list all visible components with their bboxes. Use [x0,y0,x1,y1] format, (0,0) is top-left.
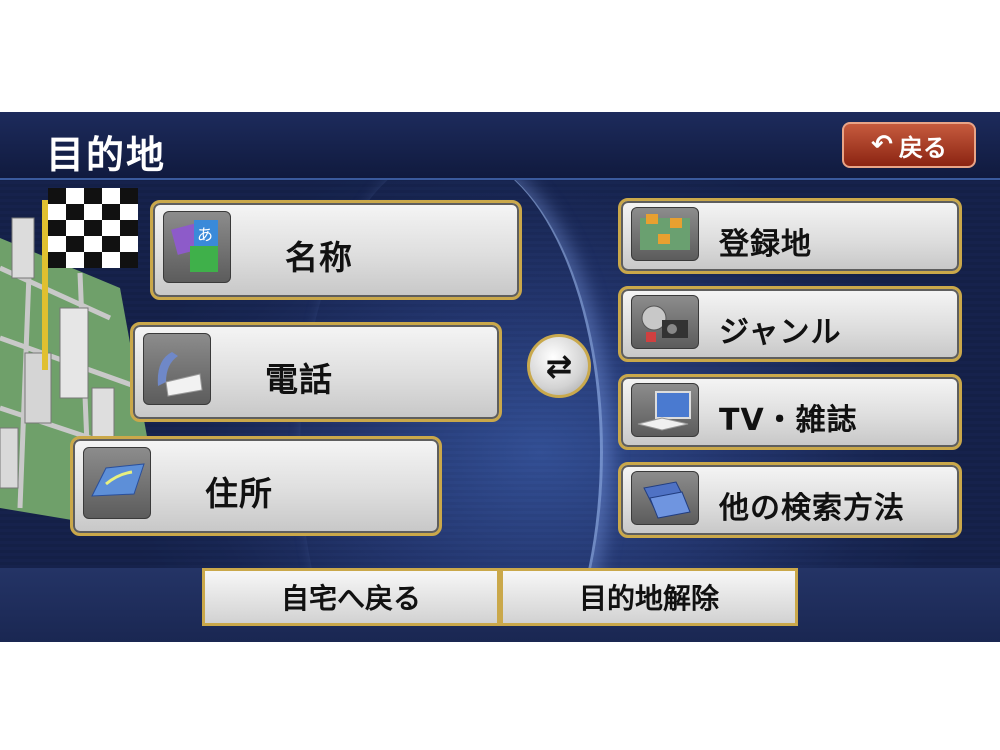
menu-button-genre[interactable]: ジャンル [618,286,962,362]
menu-label-tv-magazine: TV・雑誌 [719,403,858,438]
cancel-destination-button[interactable]: 目的地解除 [500,568,798,626]
kana-search-icon: あ [163,211,231,283]
menu-button-other-search[interactable]: 他の検索方法 [618,462,962,538]
menu-label-genre: ジャンル [719,315,842,350]
menu-label-phone: 電話 [265,360,333,399]
navigation-screen: 目的地 ↶ 戻る あ 名称 電話 住所 ⇄ 登録地 ジャンル TV・雑誌 他の検… [0,112,1000,642]
menu-button-address[interactable]: 住所 [70,436,442,536]
menu-button-tv-magazine[interactable]: TV・雑誌 [618,374,962,450]
menu-label-address: 住所 [205,474,273,513]
map-icon [83,447,151,519]
back-button-label: 戻る [898,133,947,162]
title-bar: 目的地 ↶ 戻る [0,112,1000,180]
swap-button[interactable]: ⇄ [527,334,591,398]
menu-button-name[interactable]: あ 名称 [150,200,522,300]
bottom-bar: 自宅へ戻る 目的地解除 [0,568,1000,642]
home-button[interactable]: 自宅へ戻る [202,568,500,626]
menu-label-other-search: 他の検索方法 [719,491,905,526]
phone-icon [143,333,211,405]
menu-button-registered[interactable]: 登録地 [618,198,962,274]
registered-places-icon [631,207,699,261]
other-search-icon [631,471,699,525]
page-title: 目的地 [46,133,167,177]
back-button[interactable]: ↶ 戻る [842,122,976,168]
menu-label-registered: 登録地 [719,227,812,262]
menu-label-name: 名称 [285,238,353,277]
svg-text:あ: あ [197,225,213,244]
tv-magazine-icon [631,383,699,437]
genre-icon [631,295,699,349]
return-arrow-icon: ↶ [871,130,893,160]
swap-arrows-icon: ⇄ [545,347,573,385]
menu-button-phone[interactable]: 電話 [130,322,502,422]
